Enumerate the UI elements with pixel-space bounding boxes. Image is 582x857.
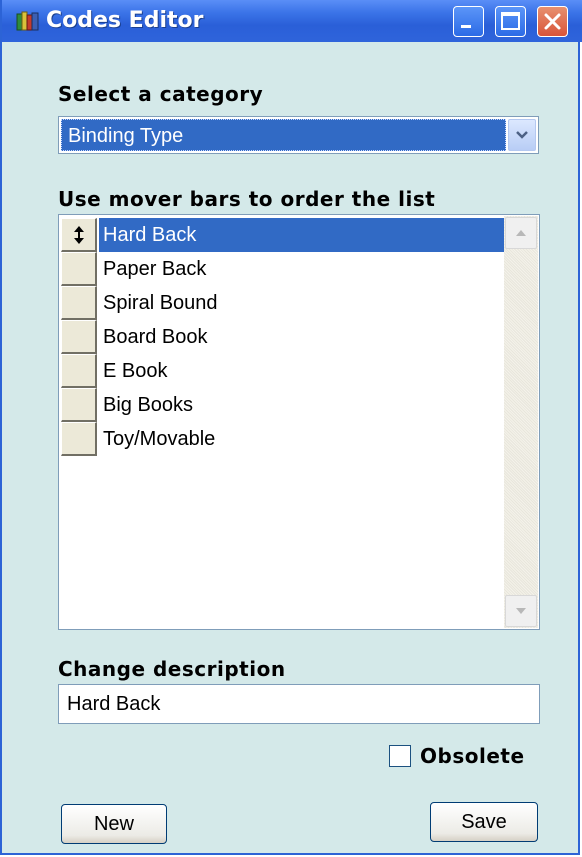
mover-bar[interactable]: [61, 354, 97, 388]
list-item[interactable]: Hard Back: [61, 218, 505, 252]
chevron-down-icon: [516, 131, 528, 139]
maximize-button[interactable]: [495, 6, 526, 37]
list-item-label: Spiral Bound: [103, 292, 218, 314]
mover-bar[interactable]: [61, 320, 97, 354]
list-item-label: Board Book: [103, 326, 208, 348]
scroll-down-button[interactable]: [505, 595, 537, 627]
list-item[interactable]: Paper Back: [61, 252, 505, 286]
save-button[interactable]: Save: [430, 802, 538, 842]
minimize-icon: [461, 25, 471, 28]
list-item[interactable]: Big Books: [61, 388, 505, 422]
books-icon: [16, 10, 40, 32]
codes-editor-window: Codes Editor Select a category Binding T…: [0, 0, 582, 855]
up-down-arrow-icon: [74, 226, 84, 244]
dropdown-button[interactable]: [508, 119, 536, 151]
list-item[interactable]: E Book: [61, 354, 505, 388]
chevron-up-icon: [516, 230, 526, 236]
list-item[interactable]: Spiral Bound: [61, 286, 505, 320]
list-item-label: Big Books: [103, 394, 194, 416]
list-item-label: E Book: [103, 360, 168, 382]
mover-bar[interactable]: [61, 218, 97, 252]
chevron-down-icon: [516, 608, 526, 614]
new-button[interactable]: New: [61, 804, 167, 844]
close-icon: [544, 13, 561, 30]
category-select[interactable]: Binding Type: [58, 116, 539, 154]
codes-list[interactable]: Hard Back Paper Back Spiral Bound Board …: [58, 214, 540, 630]
minimize-button[interactable]: [453, 6, 484, 37]
window-title: Codes Editor: [46, 8, 204, 33]
category-select-value: Binding Type: [61, 119, 506, 151]
obsolete-checkbox[interactable]: [389, 745, 411, 767]
mover-bar[interactable]: [61, 388, 97, 422]
category-label: Select a category: [58, 82, 264, 106]
list-item-label: Hard Back: [99, 218, 505, 252]
mover-bar[interactable]: [61, 252, 97, 286]
description-label: Change description: [58, 657, 286, 681]
list-item-label: Paper Back: [103, 258, 207, 280]
obsolete-label: Obsolete: [420, 744, 525, 768]
list-item-label: Toy/Movable: [103, 428, 216, 450]
mover-bar[interactable]: [61, 422, 97, 456]
title-bar[interactable]: Codes Editor: [2, 0, 582, 42]
description-input[interactable]: Hard Back: [58, 684, 540, 724]
list-item[interactable]: Board Book: [61, 320, 505, 354]
mover-bar[interactable]: [61, 286, 97, 320]
list-item[interactable]: Toy/Movable: [61, 422, 505, 456]
close-button[interactable]: [537, 6, 568, 37]
scroll-up-button[interactable]: [505, 217, 537, 249]
maximize-icon: [501, 12, 520, 30]
list-label: Use mover bars to order the list: [58, 187, 436, 211]
vertical-scrollbar[interactable]: [504, 216, 538, 628]
